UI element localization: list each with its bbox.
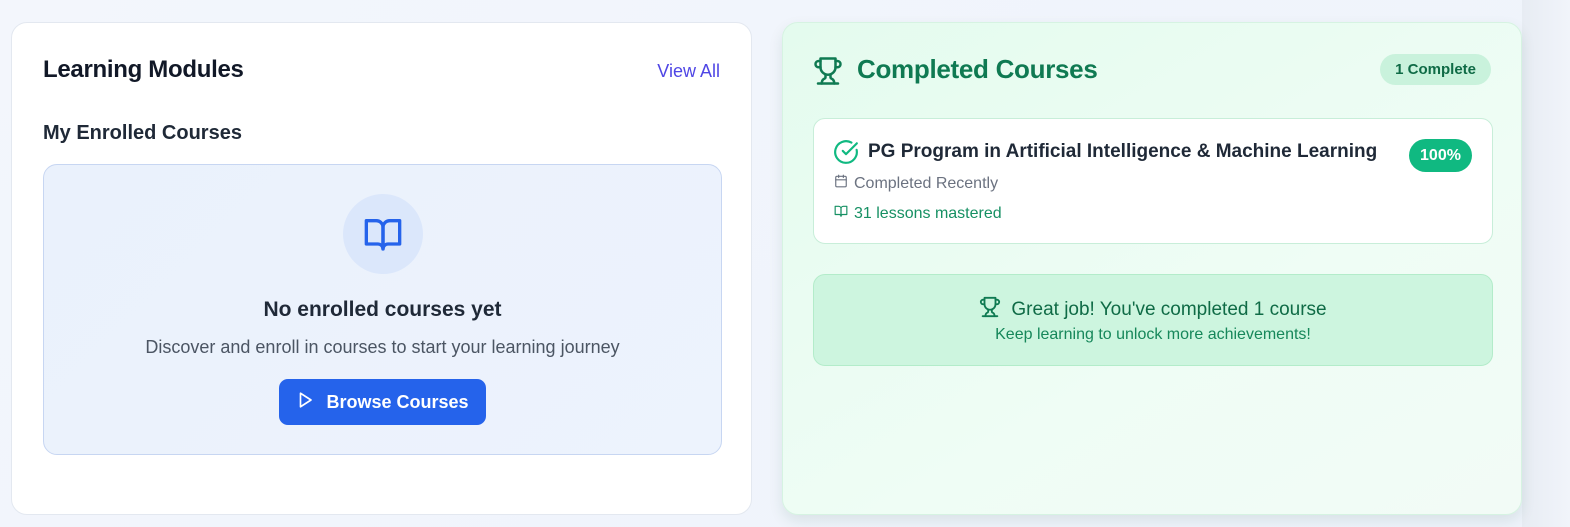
progress-badge: 100%	[1409, 139, 1472, 172]
empty-state-panel: No enrolled courses yet Discover and enr…	[43, 164, 722, 455]
congrats-subtext: Keep learning to unlock more achievement…	[995, 326, 1311, 343]
complete-count-badge: 1 Complete	[1380, 54, 1491, 85]
learning-modules-card: Learning Modules View All My Enrolled Co…	[11, 22, 752, 515]
completed-course-item[interactable]: PG Program in Artificial Intelligence & …	[813, 118, 1493, 244]
trophy-icon	[813, 55, 843, 92]
congrats-banner: Great job! You've completed 1 course Kee…	[813, 274, 1493, 366]
play-icon	[296, 391, 314, 414]
empty-state-description: Discover and enroll in courses to start …	[145, 337, 620, 357]
book-open-icon	[343, 194, 423, 274]
check-circle-icon	[833, 139, 859, 170]
view-all-link[interactable]: View All	[657, 61, 720, 82]
congrats-headline: Great job! You've completed 1 course	[1011, 299, 1327, 320]
completed-date-row: Completed Recently	[834, 174, 998, 193]
trophy-icon	[979, 295, 1001, 325]
browse-courses-label: Browse Courses	[326, 391, 469, 412]
course-name: PG Program in Artificial Intelligence & …	[868, 141, 1378, 162]
completed-date-label: Completed Recently	[854, 174, 999, 192]
calendar-icon	[834, 174, 848, 193]
learning-modules-title: Learning Modules	[43, 56, 244, 83]
completed-courses-title: Completed Courses	[857, 54, 1098, 84]
completed-courses-card: Completed Courses 1 Complete PG Program …	[782, 22, 1522, 515]
congrats-headline-row: Great job! You've completed 1 course	[814, 295, 1492, 325]
book-open-icon	[834, 204, 848, 223]
lessons-row: 31 lessons mastered	[834, 204, 1002, 223]
enrolled-courses-heading: My Enrolled Courses	[43, 122, 242, 144]
page-edge-shadow	[1522, 0, 1570, 527]
empty-state-title: No enrolled courses yet	[263, 298, 502, 321]
browse-courses-button[interactable]: Browse Courses	[279, 379, 486, 425]
lessons-label: 31 lessons mastered	[854, 204, 1002, 222]
